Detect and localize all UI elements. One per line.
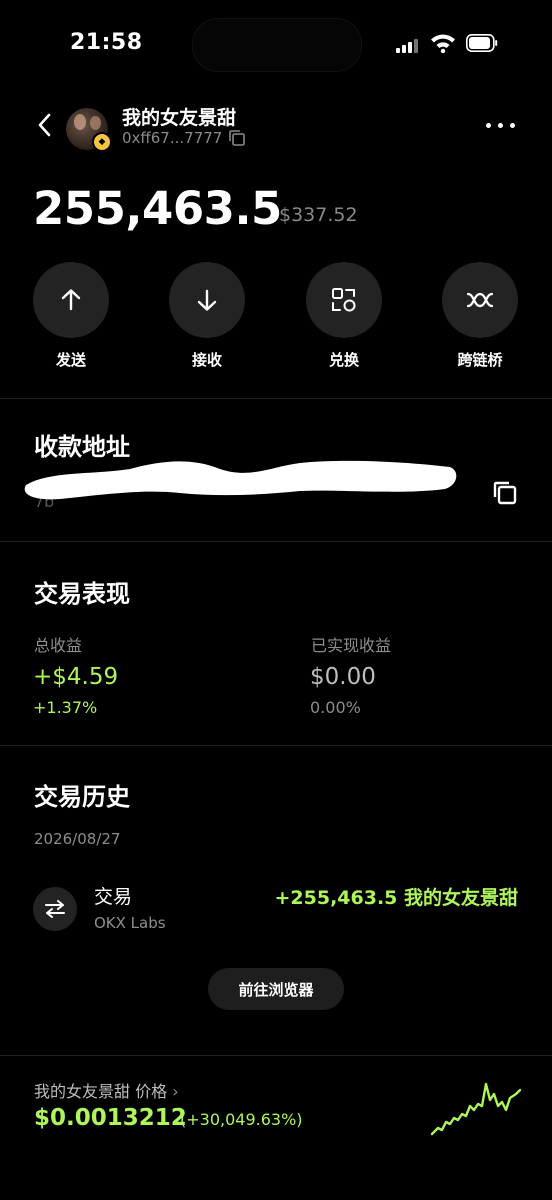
price-label[interactable]: 我的女友景甜 价格 › xyxy=(34,1078,179,1102)
back-chevron-icon[interactable] xyxy=(34,112,56,138)
divider xyxy=(0,398,552,399)
transaction-title[interactable]: 交易 xyxy=(94,882,132,909)
balance-usd: $337.52 xyxy=(279,204,358,226)
realized-profit-value: $0.00 xyxy=(310,664,376,690)
receive-label: 接收 xyxy=(191,351,222,369)
token-badge-icon: ◆ xyxy=(92,132,112,152)
performance-title: 交易表现 xyxy=(34,580,130,608)
wallet-name: 我的女友景甜 xyxy=(122,107,237,129)
history-title: 交易历史 xyxy=(34,783,130,811)
chevron-right-icon: › xyxy=(172,1082,179,1101)
battery-icon xyxy=(466,34,498,52)
realized-profit-label: 已实现收益 xyxy=(311,636,392,655)
status-time: 21:58 xyxy=(70,30,143,55)
transaction-source: OKX Labs xyxy=(94,914,166,932)
divider xyxy=(0,541,552,542)
transaction-amount: +255,463.5 我的女友景甜 xyxy=(274,887,518,909)
arrow-down-icon xyxy=(197,289,217,311)
swap-label: 兑换 xyxy=(328,351,359,369)
total-profit-percent: +1.37% xyxy=(33,698,98,717)
copy-address-icon[interactable] xyxy=(492,480,518,506)
dynamic-island xyxy=(192,18,362,72)
history-date: 2026/08/27 xyxy=(34,830,121,848)
token-balance: 255,463.5 xyxy=(33,182,282,235)
bridge-icon xyxy=(466,292,494,308)
swap-button[interactable] xyxy=(306,262,382,338)
bridge-label: 跨链桥 xyxy=(457,351,503,369)
swap-arrows-icon xyxy=(45,900,65,918)
bridge-button[interactable] xyxy=(442,262,518,338)
receive-button[interactable] xyxy=(169,262,245,338)
price-label-text: 我的女友景甜 价格 xyxy=(34,1082,168,1101)
send-button[interactable] xyxy=(33,262,109,338)
more-options-icon[interactable] xyxy=(486,118,520,132)
divider xyxy=(0,1055,552,1056)
wallet-address: 0xff67...7777 xyxy=(122,129,223,147)
token-price: $0.0013212 xyxy=(34,1105,187,1131)
total-profit-label: 总收益 xyxy=(34,636,83,655)
total-profit-value: +$4.59 xyxy=(33,664,119,690)
send-label: 发送 xyxy=(55,351,86,369)
copy-address-icon[interactable] xyxy=(228,129,246,147)
divider xyxy=(0,745,552,746)
swap-icon xyxy=(332,288,356,312)
transaction-icon xyxy=(33,887,77,931)
arrow-up-icon xyxy=(61,289,81,311)
realized-profit-percent: 0.00% xyxy=(310,698,361,717)
wifi-icon xyxy=(431,34,455,53)
open-browser-button[interactable]: 前往浏览器 xyxy=(208,968,344,1010)
price-sparkline[interactable] xyxy=(430,1076,522,1138)
price-change: (+30,049.63%) xyxy=(180,1110,303,1129)
signal-icon xyxy=(396,37,420,53)
redaction-scribble xyxy=(24,460,457,500)
